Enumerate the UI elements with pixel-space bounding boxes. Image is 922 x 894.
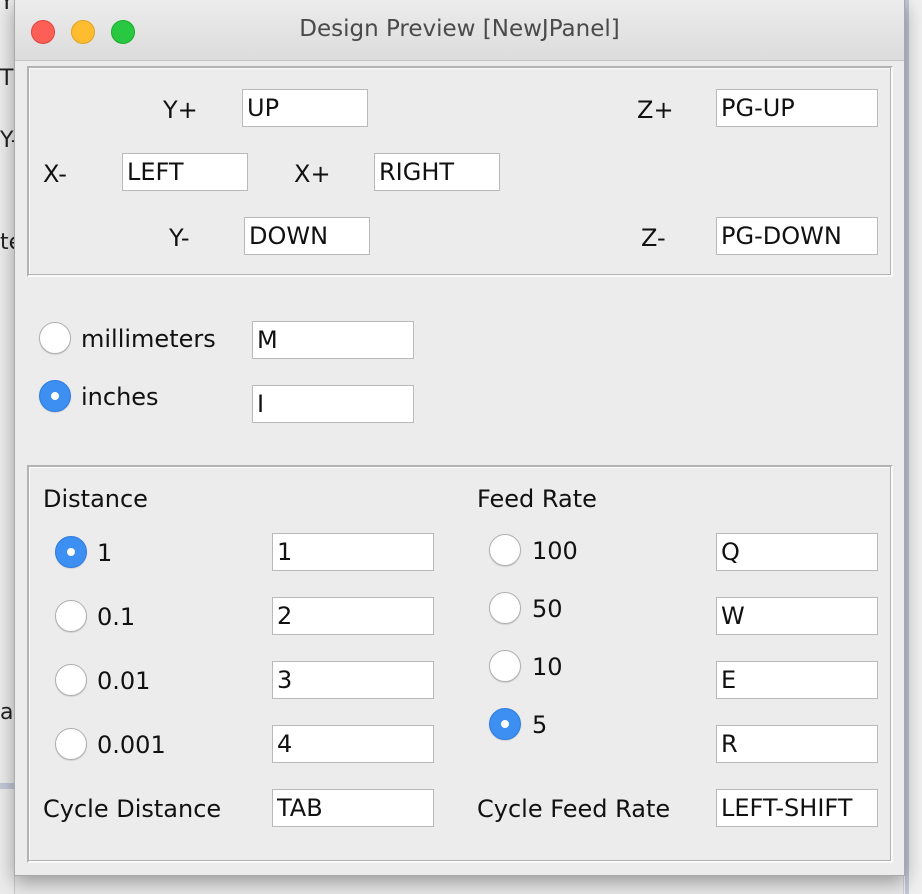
y-plus-label: Y+ <box>163 96 198 124</box>
x-minus-label: X- <box>43 160 67 188</box>
millimeters-label: millimeters <box>81 325 216 353</box>
feed-rate-radio-100[interactable] <box>489 534 521 566</box>
feed-rate-option-label: 100 <box>532 537 578 565</box>
feed-rate-key-field[interactable] <box>716 725 878 763</box>
distance-option-label: 1 <box>97 539 113 567</box>
background-label: Y- <box>0 128 14 153</box>
cycle-distance-label: Cycle Distance <box>43 795 222 823</box>
background-label: Y+ <box>0 0 14 15</box>
distance-key-field[interactable] <box>272 533 434 571</box>
feed-rate-key-field[interactable] <box>716 597 878 635</box>
x-plus-label: X+ <box>294 160 331 188</box>
cycle-feed-rate-key-field[interactable] <box>716 789 878 827</box>
inches-key-field[interactable] <box>252 385 414 423</box>
background-label: te <box>0 230 14 255</box>
x-minus-key-field[interactable] <box>122 153 248 191</box>
y-minus-key-field[interactable] <box>244 217 370 255</box>
background-divider <box>0 783 14 789</box>
title-bar[interactable]: Design Preview [NewJPanel] <box>15 0 904 61</box>
distance-key-field[interactable] <box>272 597 434 635</box>
y-minus-label: Y- <box>169 224 190 252</box>
window-title: Design Preview [NewJPanel] <box>299 16 620 42</box>
feed-rate-radio-10[interactable] <box>489 650 521 682</box>
millimeters-radio[interactable] <box>39 322 71 354</box>
z-plus-label: Z+ <box>637 96 674 124</box>
cycle-distance-key-field[interactable] <box>272 789 434 827</box>
z-plus-key-field[interactable] <box>716 89 878 127</box>
x-plus-key-field[interactable] <box>374 153 500 191</box>
z-minus-key-field[interactable] <box>716 217 878 255</box>
distance-radio-0-1[interactable] <box>55 600 87 632</box>
distance-radio-0-001[interactable] <box>55 728 87 760</box>
distance-option-label: 0.1 <box>97 603 136 631</box>
feed-rate-option-label: 5 <box>532 711 548 739</box>
inches-label: inches <box>81 383 159 411</box>
feed-rate-key-field[interactable] <box>716 533 878 571</box>
distance-option-label: 0.01 <box>97 667 151 695</box>
feed-rate-option-label: 10 <box>532 653 563 681</box>
z-minus-label: Z- <box>641 224 666 252</box>
distance-radio-0-01[interactable] <box>55 664 87 696</box>
distance-option-label: 0.001 <box>97 731 166 759</box>
distance-heading: Distance <box>43 485 148 513</box>
distance-key-field[interactable] <box>272 725 434 763</box>
inches-radio[interactable] <box>39 380 71 412</box>
background-divider <box>905 0 909 894</box>
y-plus-key-field[interactable] <box>242 89 368 127</box>
millimeters-key-field[interactable] <box>252 321 414 359</box>
feed-rate-radio-5[interactable] <box>489 708 521 740</box>
design-preview-window: Design Preview [NewJPanel] Y+ Z+ X- X+ Y… <box>14 0 905 876</box>
feed-rate-key-field[interactable] <box>716 661 878 699</box>
distance-key-field[interactable] <box>272 661 434 699</box>
feed-rate-radio-50[interactable] <box>489 592 521 624</box>
feed-rate-option-label: 50 <box>532 595 563 623</box>
feed-rate-heading: Feed Rate <box>477 485 597 513</box>
cycle-feed-rate-label: Cycle Feed Rate <box>477 795 671 823</box>
background-label: T <box>0 66 14 91</box>
background-label: ar <box>0 700 14 725</box>
distance-radio-1[interactable] <box>55 536 87 568</box>
